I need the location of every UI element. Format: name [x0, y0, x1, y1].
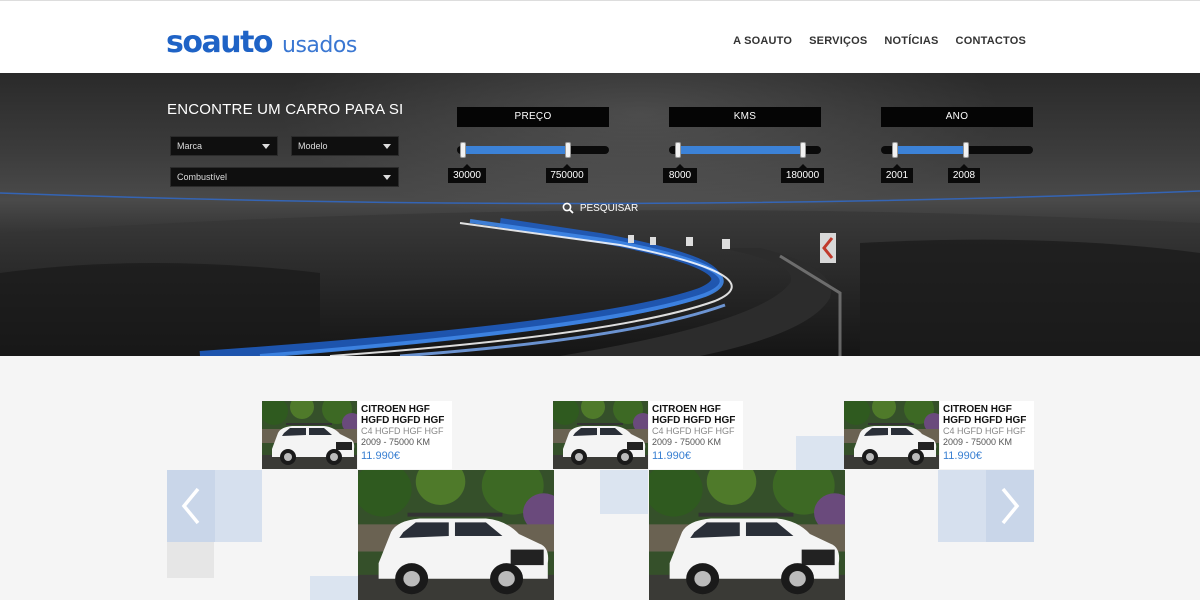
- car-price: 11.990€: [361, 450, 400, 462]
- car-card-info[interactable]: CITROEN HGF HGFD HGFD HGF C4 HGFD HGF HG…: [358, 401, 452, 469]
- price-max-handle[interactable]: [565, 142, 571, 158]
- brand-select[interactable]: Marca: [170, 136, 278, 156]
- price-max-value: 750000: [546, 164, 588, 183]
- soauto-logo[interactable]: soauto usados: [166, 25, 357, 60]
- decorative-square: [310, 576, 358, 600]
- decorative-square: [938, 470, 986, 542]
- car-photo[interactable]: [358, 470, 554, 600]
- search-button[interactable]: PESQUISAR: [548, 196, 652, 220]
- site-header: soauto usados A SOAUTO SERVIÇOS NOTÍCIAS…: [0, 0, 1200, 73]
- year-min-value: 2001: [881, 164, 913, 183]
- car-model: C4 HGFD HGF HGF: [361, 426, 444, 436]
- car-thumbnail[interactable]: [262, 401, 357, 469]
- year-filter-label: ANO: [881, 107, 1033, 127]
- car-thumbnail[interactable]: [553, 401, 648, 469]
- car-model: C4 HGFD HGF HGF: [943, 426, 1026, 436]
- car-thumbnail[interactable]: [844, 401, 939, 469]
- model-select-value: Modelo: [298, 141, 328, 151]
- kms-range-slider[interactable]: [669, 142, 821, 158]
- price-range-slider[interactable]: [457, 142, 609, 158]
- year-range-slider[interactable]: [881, 142, 1033, 158]
- car-name: CITROEN HGF HGFD HGFD HGF: [652, 404, 736, 426]
- carousel-next-button[interactable]: [986, 470, 1034, 542]
- car-price: 11.990€: [943, 450, 982, 462]
- decorative-square: [600, 470, 648, 514]
- kms-min-value: 8000: [663, 164, 697, 183]
- caret-down-icon: [383, 175, 391, 180]
- decorative-square: [167, 542, 214, 578]
- hero-search-section: ENCONTRE UM CARRO PARA SI Marca Modelo C…: [0, 73, 1200, 356]
- chevron-right-icon: [1001, 487, 1020, 525]
- fuel-select-value: Combustível: [177, 172, 228, 182]
- car-year-km: 2009 - 75000 KM: [652, 437, 722, 447]
- kms-range-fill: [679, 146, 804, 154]
- search-icon: [562, 202, 574, 214]
- car-price: 11.990€: [652, 450, 691, 462]
- car-model: C4 HGFD HGF HGF: [652, 426, 735, 436]
- listings-section: CITROEN HGF HGFD HGFD HGF C4 HGFD HGF HG…: [0, 356, 1200, 600]
- year-max-value: 2008: [948, 164, 980, 183]
- nav-item-servicos[interactable]: SERVIÇOS: [809, 35, 867, 47]
- price-min-value: 30000: [448, 164, 486, 183]
- car-card-info[interactable]: CITROEN HGF HGFD HGFD HGF C4 HGFD HGF HG…: [940, 401, 1034, 469]
- caret-down-icon: [262, 144, 270, 149]
- nav-item-soauto[interactable]: A SOAUTO: [733, 35, 792, 47]
- nav-item-contactos[interactable]: CONTACTOS: [956, 35, 1026, 47]
- brand-select-value: Marca: [177, 141, 203, 151]
- nav-item-noticias[interactable]: NOTÍCIAS: [884, 35, 938, 47]
- year-min-handle[interactable]: [892, 142, 898, 158]
- car-year-km: 2009 - 75000 KM: [943, 437, 1013, 447]
- price-min-handle[interactable]: [460, 142, 466, 158]
- kms-filter-label: KMS: [669, 107, 821, 127]
- price-range-fill: [464, 146, 568, 154]
- hero-title: ENCONTRE UM CARRO PARA SI: [167, 101, 404, 118]
- year-range-fill: [895, 146, 967, 154]
- search-button-label: PESQUISAR: [579, 202, 639, 214]
- car-year-km: 2009 - 75000 KM: [361, 437, 431, 447]
- car-name: CITROEN HGF HGFD HGFD HGF: [943, 404, 1027, 426]
- car-name: CITROEN HGF HGFD HGFD HGF: [361, 404, 445, 426]
- logo-main-text: soauto: [166, 25, 274, 60]
- fuel-select[interactable]: Combustível: [170, 167, 399, 187]
- price-filter-label: PREÇO: [457, 107, 609, 127]
- decorative-square: [214, 470, 262, 542]
- logo-sub-text: usados: [282, 33, 357, 58]
- kms-max-handle[interactable]: [800, 142, 806, 158]
- kms-max-value: 180000: [781, 164, 824, 183]
- kms-min-handle[interactable]: [675, 142, 681, 158]
- caret-down-icon: [383, 144, 391, 149]
- chevron-left-icon: [181, 487, 200, 525]
- carousel-prev-button[interactable]: [167, 470, 215, 542]
- model-select[interactable]: Modelo: [291, 136, 399, 156]
- decorative-square: [796, 436, 844, 470]
- car-photo[interactable]: [649, 470, 845, 600]
- main-nav: A SOAUTO SERVIÇOS NOTÍCIAS CONTACTOS: [733, 35, 1026, 47]
- year-max-handle[interactable]: [963, 142, 969, 158]
- car-card-info[interactable]: CITROEN HGF HGFD HGFD HGF C4 HGFD HGF HG…: [649, 401, 743, 469]
